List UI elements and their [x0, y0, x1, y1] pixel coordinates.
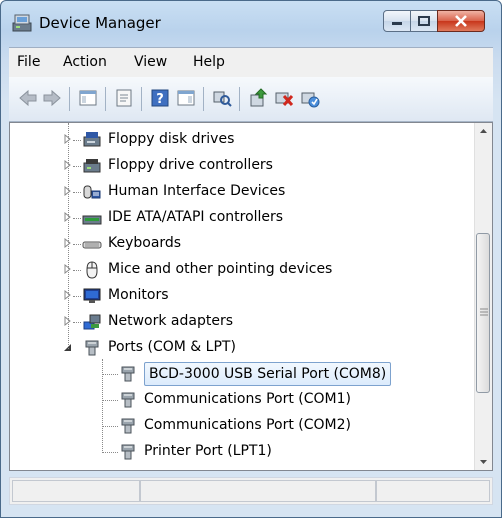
menu-bar: File Action View Help	[9, 47, 493, 78]
toolbar-separator	[105, 87, 106, 111]
toolbar-separator	[239, 87, 240, 111]
scan-hardware-changes-icon[interactable]	[211, 87, 233, 109]
status-panel	[376, 480, 490, 502]
tree-connector-line	[102, 426, 118, 427]
close-button[interactable]	[437, 10, 485, 32]
show-hide-action-pane-icon[interactable]	[175, 87, 197, 109]
tree-item-label: Ports (COM & LPT)	[108, 339, 236, 355]
tree-item[interactable]: Ports (COM & LPT)	[10, 335, 472, 361]
device-manager-window: Device Manager File Action View Help ? F…	[0, 0, 502, 518]
tree-item-label: IDE ATA/ATAPI controllers	[108, 209, 284, 225]
status-bar	[9, 477, 493, 505]
tree-connector-line	[73, 270, 81, 271]
scroll-down-arrow-icon[interactable]	[475, 453, 492, 470]
update-driver-icon[interactable]	[247, 87, 269, 109]
mouse-icon	[86, 261, 98, 279]
tree-item-label: Floppy drive controllers	[108, 157, 273, 173]
tree-item-label: BCD-3000 USB Serial Port (COM8)	[144, 362, 392, 386]
menu-action[interactable]: Action	[63, 54, 107, 70]
tree-item-label: Monitors	[108, 287, 169, 303]
tree-item-label: Keyboards	[108, 235, 182, 251]
hid-icon	[83, 185, 101, 199]
device-manager-icon	[12, 14, 32, 32]
status-panel	[12, 480, 140, 502]
tree-connector-line	[73, 140, 81, 141]
scrollbar-thumb[interactable]	[476, 233, 490, 393]
scroll-up-arrow-icon[interactable]	[475, 123, 492, 140]
tree-item[interactable]: Printer Port (LPT1)	[10, 439, 472, 465]
uninstall-device-icon[interactable]	[273, 87, 295, 109]
tree-item-label: Floppy disk drives	[108, 131, 235, 147]
minimize-button[interactable]	[383, 10, 411, 32]
tree-connector-line	[73, 218, 81, 219]
tree-connector-line	[73, 166, 81, 167]
tree-connector-line	[102, 452, 118, 453]
port-icon	[121, 418, 135, 434]
tree-connector-line	[73, 296, 81, 297]
maximize-icon	[418, 16, 430, 26]
tree-connector-line	[73, 244, 81, 245]
tree-item-label: Mice and other pointing devices	[108, 261, 333, 277]
help-icon[interactable]: ?	[149, 87, 171, 109]
network-adapter-icon	[83, 314, 101, 330]
tree-connector-line	[73, 322, 81, 323]
menu-help[interactable]: Help	[193, 54, 225, 70]
forward-arrow-icon[interactable]	[41, 87, 63, 109]
tree-connector-line	[102, 400, 118, 401]
properties-icon[interactable]	[113, 87, 135, 109]
tree-item-label: Network adapters	[108, 313, 233, 329]
enable-device-icon[interactable]	[299, 87, 321, 109]
toolbar-separator	[69, 87, 70, 111]
window-title: Device Manager	[39, 14, 161, 32]
close-icon	[455, 15, 467, 27]
toolbar: ?	[9, 77, 493, 122]
minimize-icon	[392, 22, 402, 25]
tree-connector-line	[73, 192, 81, 193]
port-icon	[121, 444, 135, 460]
grip-icon	[480, 308, 488, 316]
tree-item[interactable]: BCD-3000 USB Serial Port (COM8)	[10, 361, 472, 387]
ide-controller-icon	[82, 215, 102, 225]
keyboard-icon	[82, 241, 102, 249]
menu-file[interactable]: File	[17, 54, 40, 70]
status-panel	[140, 480, 376, 502]
tree-item-label: Communications Port (COM2)	[144, 417, 351, 433]
vertical-scrollbar[interactable]	[474, 123, 492, 470]
port-icon	[121, 366, 135, 382]
show-hide-console-tree-icon[interactable]	[77, 87, 99, 109]
menu-view[interactable]: View	[134, 54, 167, 70]
back-arrow-icon[interactable]	[17, 87, 39, 109]
monitor-icon	[83, 288, 101, 303]
tree-item[interactable]: Communications Port (COM1)	[10, 387, 472, 413]
title-bar[interactable]: Device Manager	[1, 1, 501, 43]
device-tree[interactable]: Floppy disk drives Floppy drive controlle…	[9, 122, 493, 471]
tree-item-label: Human Interface Devices	[108, 183, 286, 199]
toolbar-separator	[203, 87, 204, 111]
tree-item-label: Communications Port (COM1)	[144, 391, 351, 407]
port-icon	[121, 392, 135, 408]
port-icon	[85, 340, 99, 356]
maximize-button[interactable]	[410, 10, 438, 32]
tree-item[interactable]: Communications Port (COM2)	[10, 413, 472, 439]
tree-connector-line	[68, 123, 69, 349]
tree-item-label: Printer Port (LPT1)	[144, 443, 272, 459]
tree-connector-line	[102, 374, 118, 375]
floppy-drive-icon	[83, 132, 101, 147]
controller-icon	[83, 159, 101, 173]
toolbar-separator	[141, 87, 142, 111]
svg-text:?: ?	[156, 92, 164, 107]
